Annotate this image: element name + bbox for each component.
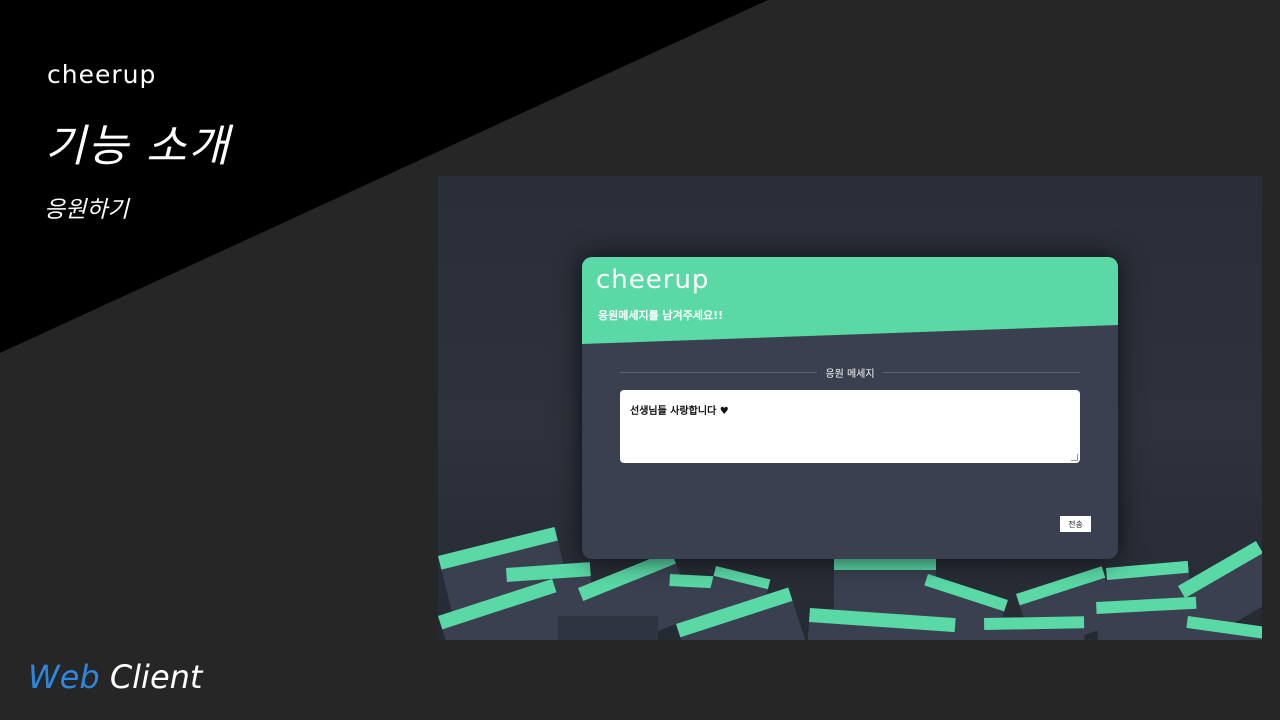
footer-word-client: Client: [109, 658, 203, 696]
message-textarea[interactable]: 선생님들 사랑합니다 ♥: [620, 390, 1080, 463]
modal-prompt: 응원메세지를 남겨주세요!!: [598, 309, 724, 322]
divider-right: [882, 371, 1080, 373]
slide-title: 기능 소개: [45, 121, 231, 172]
slide-subtitle: 응원하기: [44, 197, 129, 223]
slide-logo: cheerup: [47, 60, 157, 89]
send-button[interactable]: 전송: [1060, 516, 1091, 532]
section-title: 응원 메세지: [620, 365, 1080, 380]
divider-left: [620, 371, 818, 373]
cheer-modal: cheerup 응원메세지를 남겨주세요!! 응원 메세지 선생님들 사랑합니다…: [582, 257, 1118, 559]
resize-handle-icon[interactable]: [1071, 454, 1078, 461]
app-screenshot: cheerup 응원메세지를 남겨주세요!! 응원 메세지 선생님들 사랑합니다…: [438, 176, 1262, 640]
footer-label: Web Client: [28, 658, 202, 696]
message-text: 선생님들 사랑합니다 ♥: [630, 406, 729, 417]
app-logo: cheerup: [596, 265, 710, 295]
section-title-label: 응원 메세지: [825, 368, 875, 380]
footer-word-web: Web: [28, 658, 100, 696]
